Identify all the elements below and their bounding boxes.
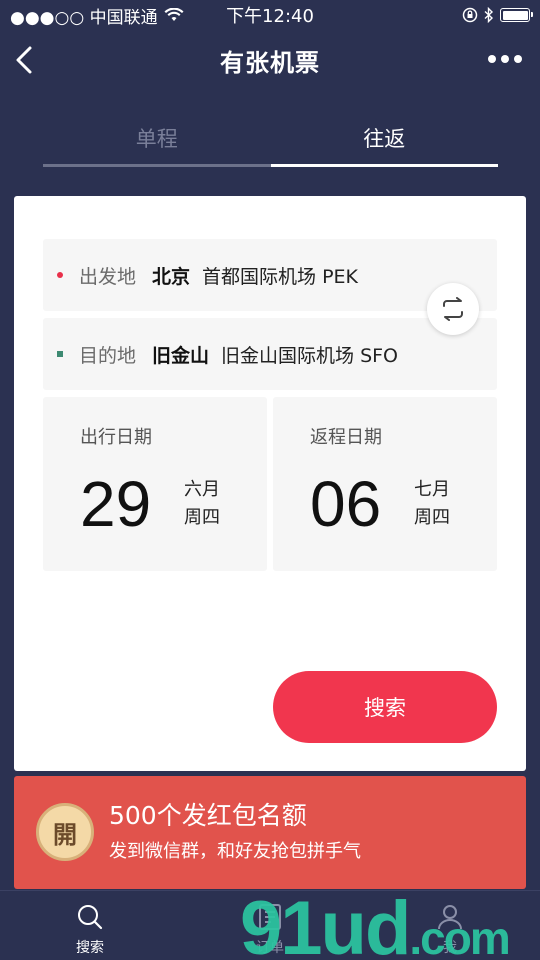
swap-route-button[interactable]	[427, 283, 479, 335]
red-envelope-banner[interactable]: 開 500个发红包名额 发到微信群，和好友抢包拼手气	[14, 776, 526, 889]
site-watermark: 91ud.com	[240, 885, 511, 960]
return-day: 06	[310, 468, 382, 540]
more-icon[interactable]	[488, 55, 522, 63]
tabbar-item-search[interactable]: 搜索	[0, 891, 180, 960]
departure-city: 北京	[152, 265, 191, 288]
tabbar-label-search: 搜索	[76, 940, 104, 956]
destination-dot	[57, 351, 63, 357]
bluetooth-icon	[484, 7, 494, 23]
destination-airport: 旧金山国际机场 SFO	[221, 344, 399, 367]
departure-airport: 首都国际机场 PEK	[202, 265, 358, 288]
swap-icon	[443, 297, 463, 321]
battery-icon	[500, 8, 533, 22]
search-button[interactable]: 搜索	[273, 671, 497, 743]
return-date-label: 返程日期	[310, 427, 382, 448]
destination-row[interactable]: 目的地 旧金山 旧金山国际机场 SFO	[43, 318, 497, 390]
destination-city: 旧金山	[152, 344, 210, 367]
nav-bar: 有张机票	[0, 30, 540, 90]
departure-dot	[57, 272, 63, 278]
red-envelope-badge-icon: 開	[36, 803, 94, 861]
return-weekday: 周四	[414, 507, 450, 528]
departure-date-picker[interactable]: 出行日期 29 六月 周四	[43, 397, 267, 571]
departure-day: 29	[80, 468, 152, 540]
search-icon	[78, 905, 103, 930]
banner-title: 500个发红包名额	[109, 801, 307, 830]
trip-type-tabs: 单程 往返	[43, 115, 498, 167]
watermark-main: 91ud	[240, 886, 411, 960]
page-title: 有张机票	[220, 48, 320, 77]
return-month: 七月	[414, 479, 450, 500]
tab-one-way[interactable]: 单程	[43, 115, 271, 167]
departure-label: 出发地	[79, 265, 137, 288]
search-card: 出发地 北京 首都国际机场 PEK 目的地 旧金山 旧金山国际机场 SFO 出行…	[14, 196, 526, 771]
return-date-picker[interactable]: 返程日期 06 七月 周四	[273, 397, 497, 571]
rotation-lock-icon	[462, 7, 478, 23]
departure-date-label: 出行日期	[80, 427, 152, 448]
wifi-icon	[164, 8, 184, 21]
tab-round-trip[interactable]: 往返	[270, 115, 499, 167]
departure-month: 六月	[184, 479, 220, 500]
watermark-suffix: .com	[409, 912, 510, 960]
destination-label: 目的地	[79, 344, 137, 367]
banner-subtitle: 发到微信群，和好友抢包拼手气	[109, 841, 361, 862]
carrier-text: ●●●○○ 中国联通	[10, 7, 158, 28]
departure-weekday: 周四	[184, 507, 220, 528]
status-bar: ●●●○○ 中国联通 下午12:40	[0, 0, 540, 30]
back-arrow-icon[interactable]	[12, 44, 42, 76]
